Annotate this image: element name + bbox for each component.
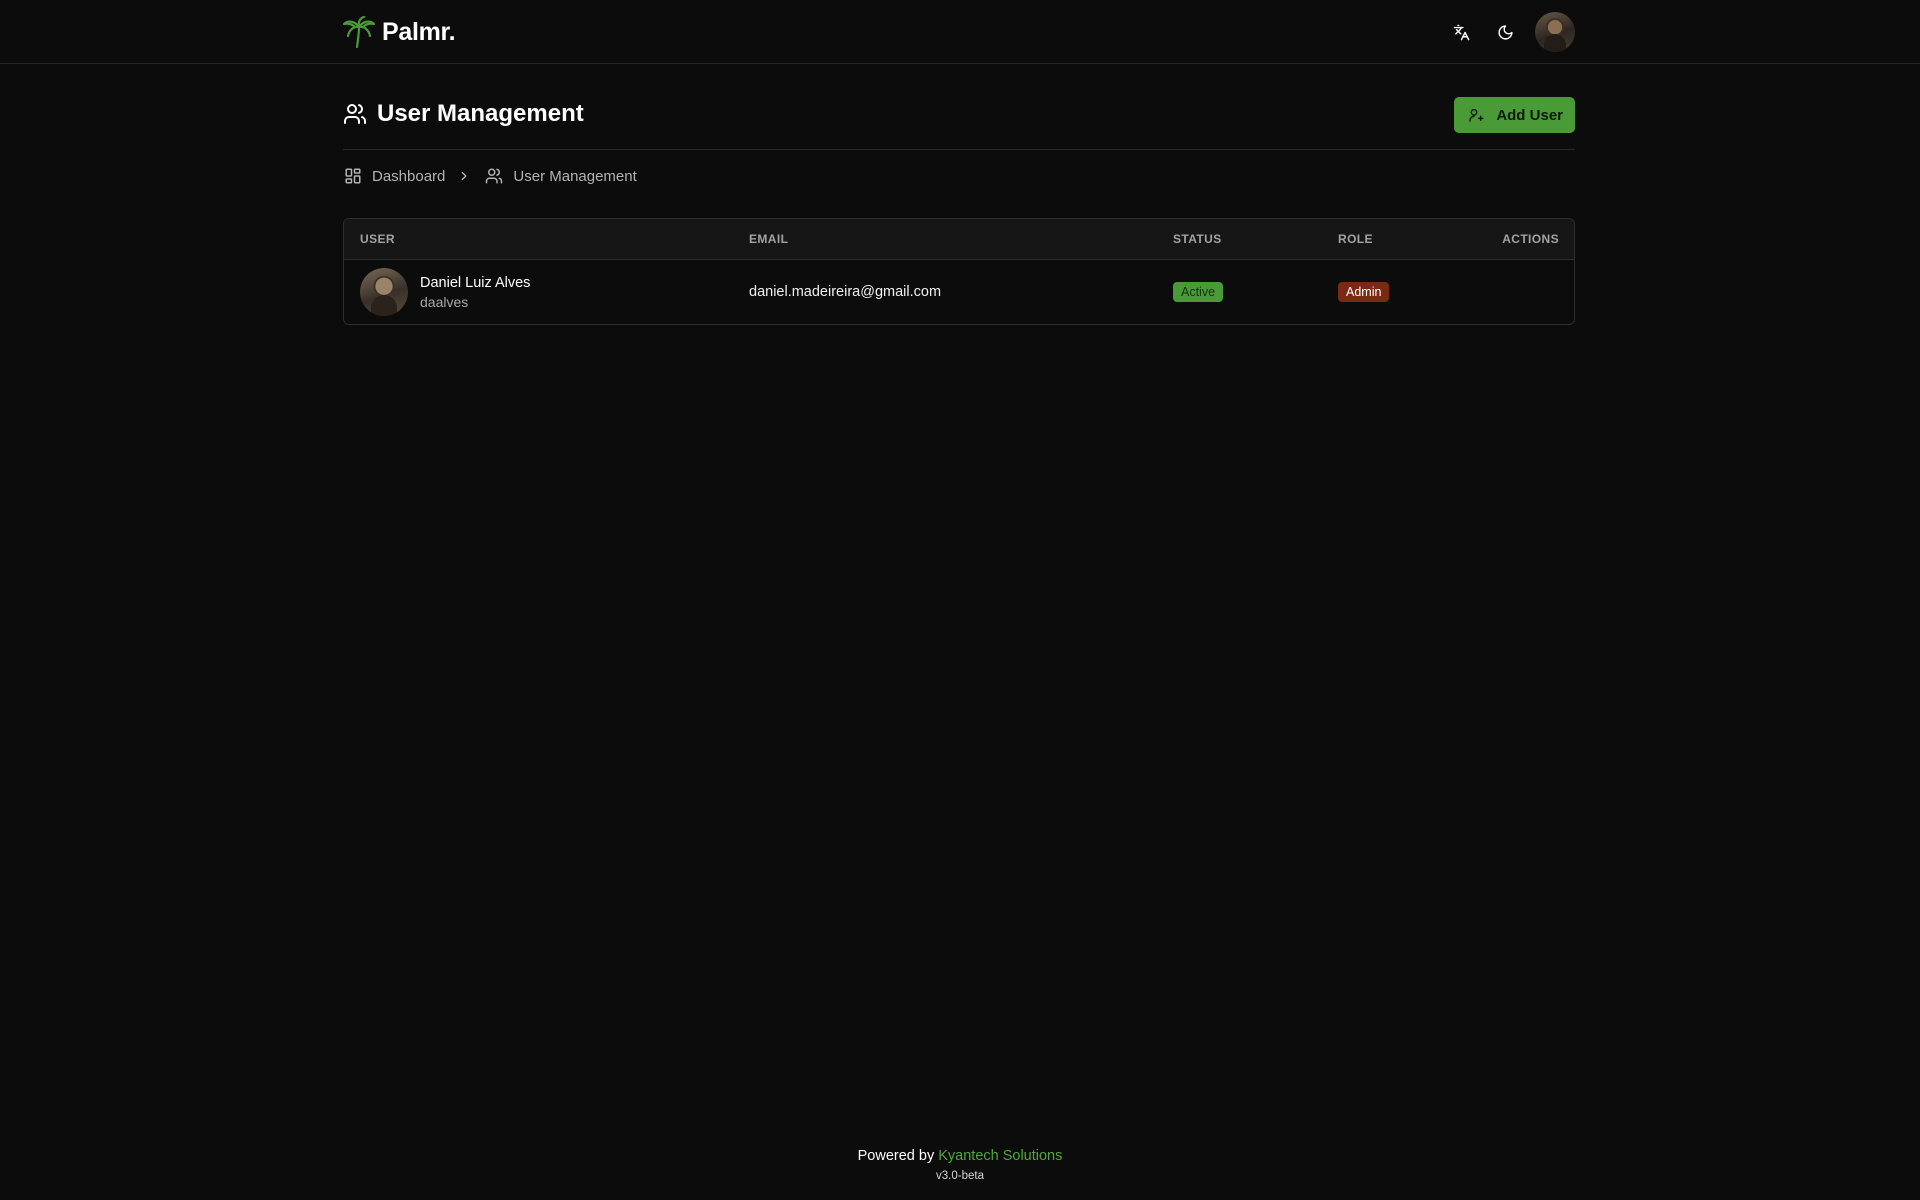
footer: Powered by Kyantech Solutions v3.0-beta	[0, 1148, 1920, 1182]
moon-icon	[1497, 24, 1513, 40]
footer-company-link[interactable]: Kyantech Solutions	[938, 1148, 1062, 1164]
table-row: Daniel Luiz Alves daalves daniel.madeire…	[344, 260, 1574, 324]
user-email: daniel.madeireira@gmail.com	[749, 284, 942, 300]
add-user-label: Add User	[1496, 106, 1563, 124]
breadcrumb-current-label: User Management	[513, 167, 637, 185]
column-header-user: USER	[360, 232, 395, 246]
top-navbar: Palmr.	[0, 0, 1920, 64]
footer-credit: Powered by Kyantech Solutions	[0, 1148, 1920, 1164]
user-info: Daniel Luiz Alves daalves	[420, 275, 530, 310]
page-header: User Management Add User	[343, 96, 1575, 150]
breadcrumb-separator	[457, 169, 471, 183]
users-icon	[344, 104, 366, 124]
column-header-actions: ACTIONS	[1502, 232, 1559, 246]
role-badge: Admin	[1338, 282, 1390, 302]
page-title-text: User Management	[377, 100, 584, 127]
avatar	[360, 268, 408, 316]
page-title: User Management	[343, 100, 584, 128]
language-icon	[1453, 24, 1469, 40]
add-user-button[interactable]: Add User	[1454, 97, 1575, 133]
users-table: USER EMAIL STATUS ROLE ACTIONS Daniel Lu…	[343, 218, 1575, 325]
language-button[interactable]	[1439, 12, 1483, 52]
breadcrumb-current: User Management	[485, 167, 637, 185]
chevron-right-icon	[461, 171, 467, 181]
user-avatar[interactable]	[1535, 12, 1575, 52]
column-header-email: EMAIL	[749, 232, 789, 246]
user-username: daalves	[420, 293, 469, 310]
users-icon	[486, 168, 503, 184]
table-header: USER EMAIL STATUS ROLE ACTIONS	[344, 219, 1574, 260]
theme-toggle-button[interactable]	[1483, 12, 1527, 52]
brand-name: Palmr.	[382, 17, 456, 46]
footer-powered-by: Powered by	[857, 1148, 935, 1164]
breadcrumb-dashboard[interactable]: Dashboard	[344, 167, 445, 185]
breadcrumb-dashboard-label: Dashboard	[372, 167, 446, 185]
breadcrumb: Dashboard User Management	[344, 165, 637, 187]
user-plus-icon	[1469, 108, 1484, 122]
user-cell: Daniel Luiz Alves daalves	[360, 268, 530, 316]
status-badge: Active	[1173, 282, 1224, 302]
brand-logo-link[interactable]: Palmr.	[342, 14, 456, 50]
dashboard-icon	[345, 168, 361, 184]
column-header-role: ROLE	[1338, 232, 1373, 246]
column-header-status: STATUS	[1173, 232, 1222, 246]
palm-tree-icon	[342, 15, 376, 49]
user-full-name: Daniel Luiz Alves	[420, 274, 531, 291]
header-actions	[1439, 12, 1575, 52]
app-version: v3.0-beta	[936, 1170, 984, 1182]
